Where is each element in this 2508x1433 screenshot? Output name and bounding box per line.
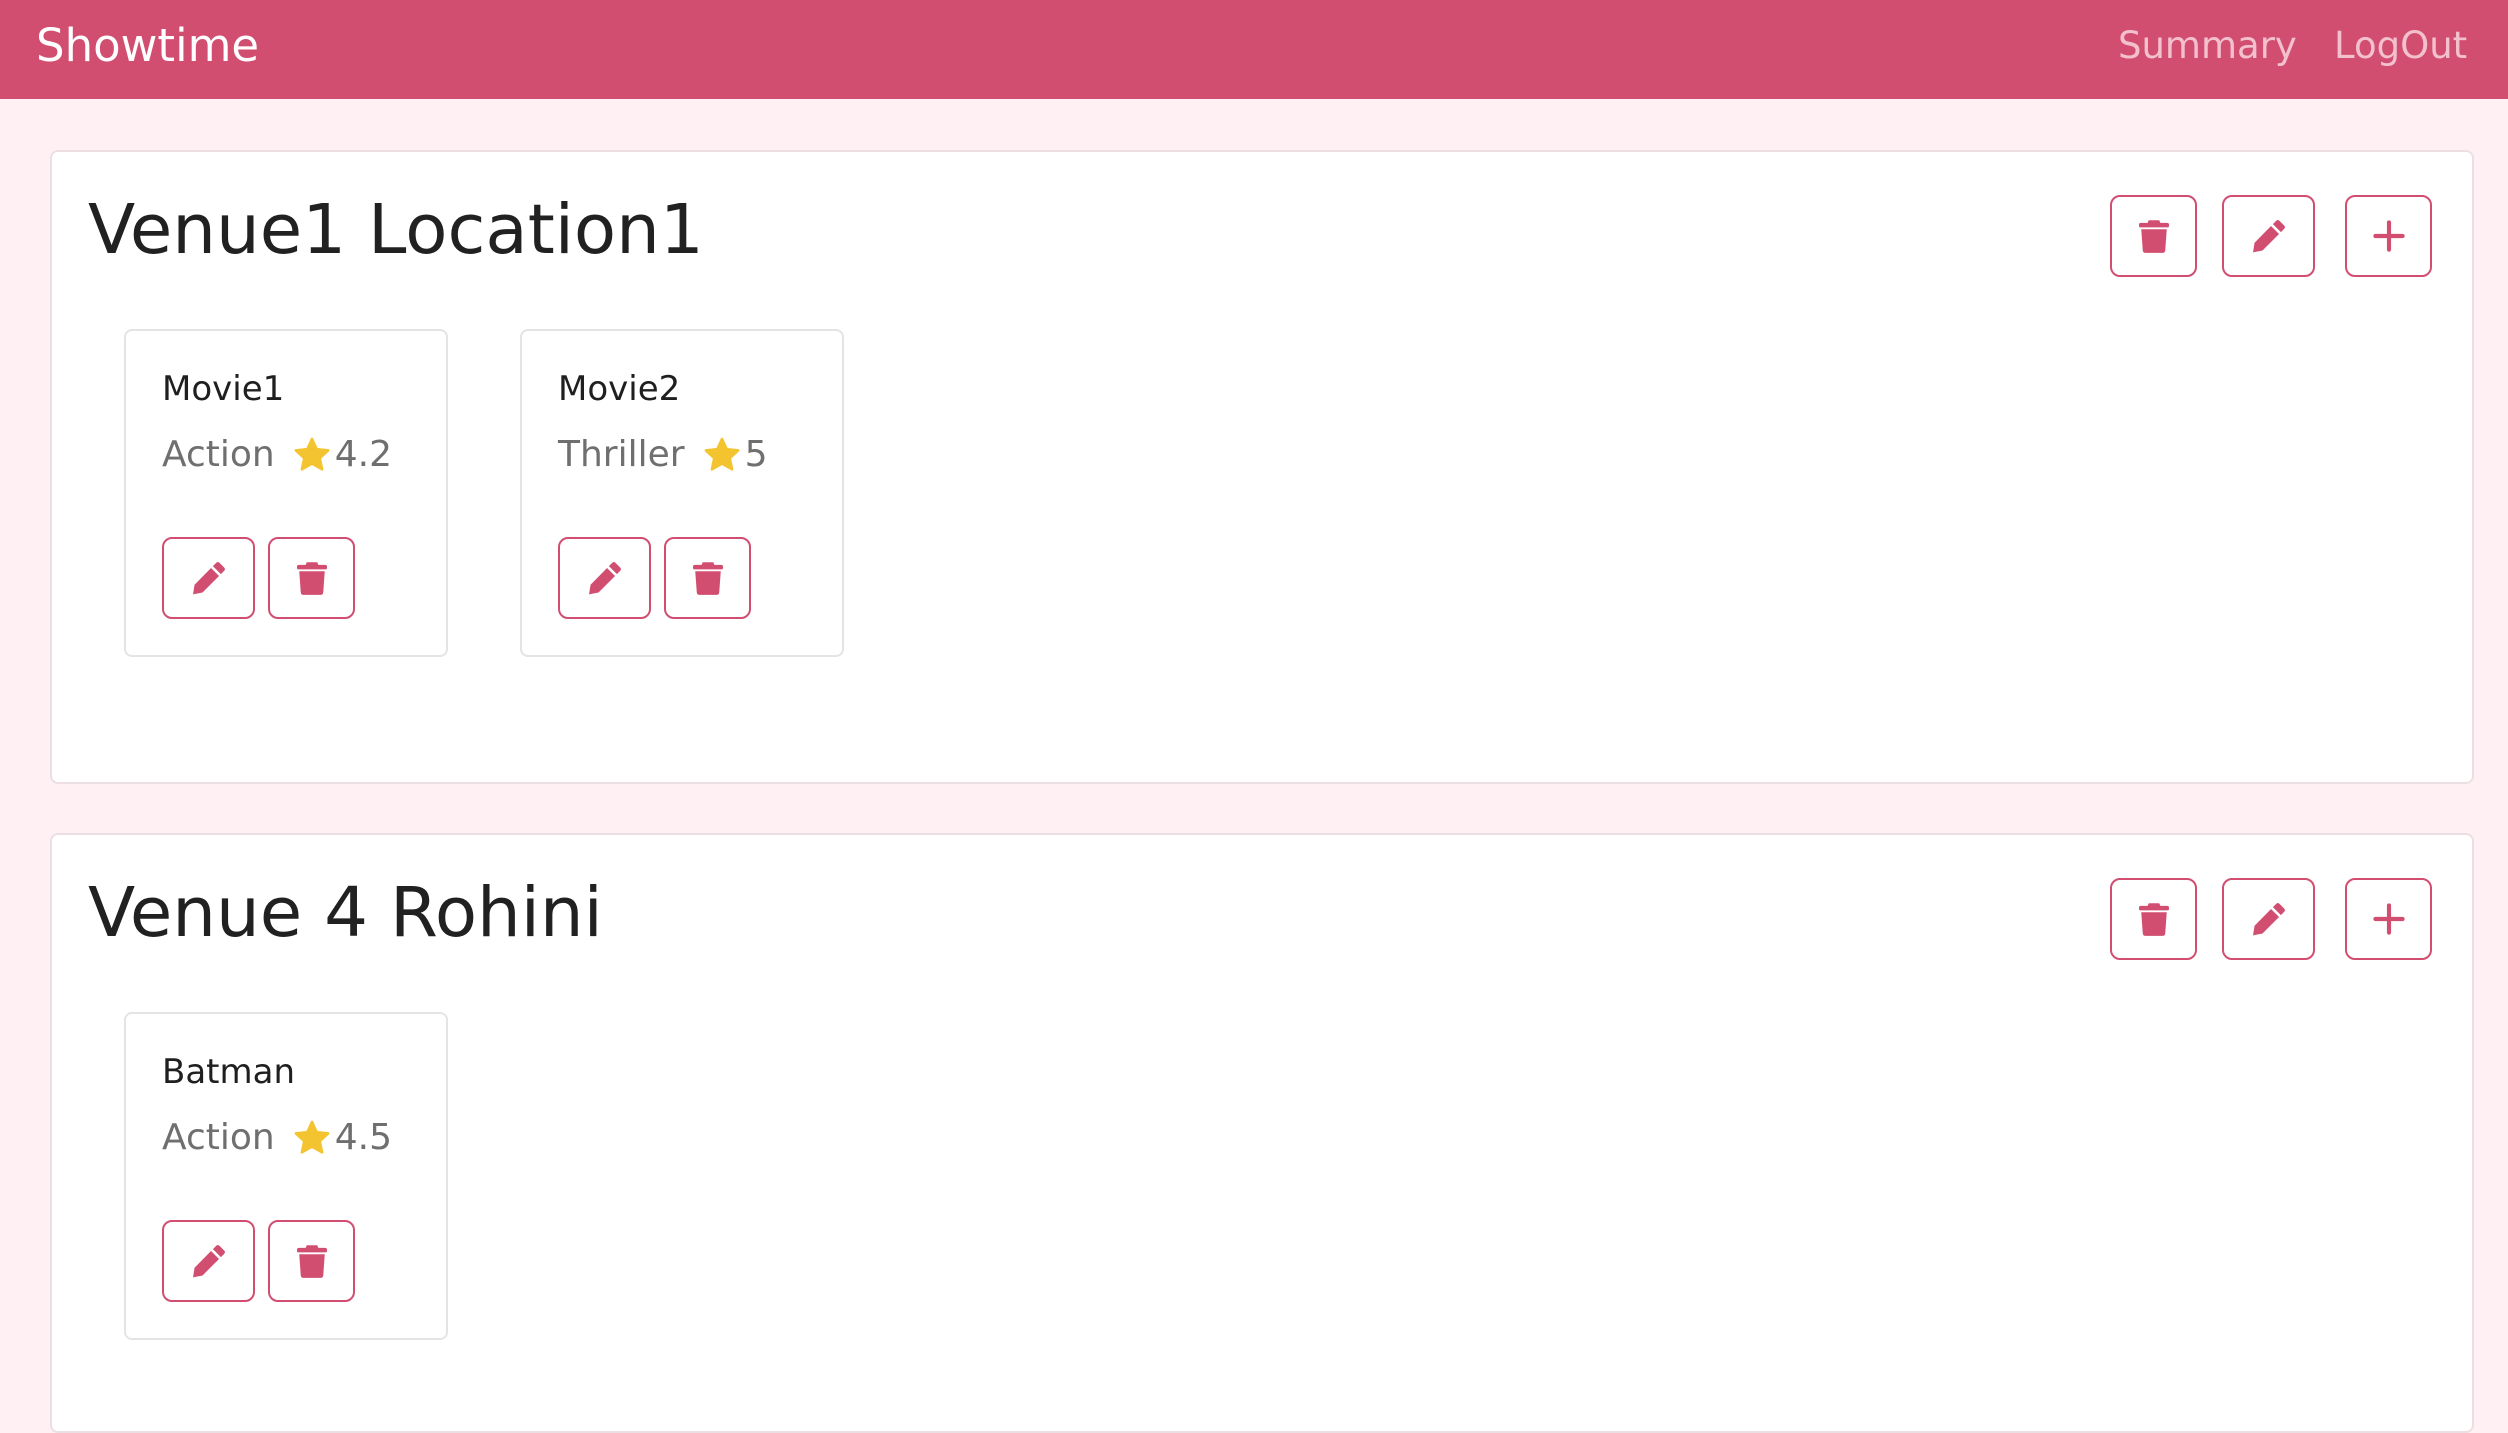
movie-genre: Thriller: [558, 434, 685, 475]
venue-title: Venue 4 Rohini: [88, 873, 603, 953]
movie-title: Batman: [162, 1052, 295, 1092]
pencil-icon: [192, 561, 226, 595]
movie-card: Movie1 Action 4.2: [124, 329, 448, 657]
trash-icon: [2139, 902, 2169, 936]
star-icon: [293, 1119, 331, 1157]
trash-icon: [693, 561, 723, 595]
pencil-icon: [2252, 902, 2286, 936]
top-navbar: Showtime Summary LogOut: [0, 0, 2508, 99]
movie-title: Movie2: [558, 369, 681, 409]
nav-logout-link[interactable]: LogOut: [2334, 22, 2467, 70]
movie-title: Movie1: [162, 369, 285, 409]
venue-card: Venue 4 Rohini Batman Action 4.5: [50, 833, 2474, 1433]
movie-rating: 4.5: [334, 1117, 393, 1158]
pencil-icon: [192, 1244, 226, 1278]
trash-icon: [297, 1244, 327, 1278]
add-movie-button[interactable]: [2345, 878, 2432, 960]
delete-venue-button[interactable]: [2110, 195, 2197, 277]
plus-icon: [2373, 220, 2405, 252]
movie-rating: 5: [744, 434, 768, 475]
movie-card: Movie2 Thriller 5: [520, 329, 844, 657]
movie-meta: Thriller 5: [558, 432, 767, 478]
trash-icon: [297, 561, 327, 595]
movie-meta: Action 4.2: [162, 432, 392, 478]
movie-rating: 4.2: [334, 434, 393, 475]
add-movie-button[interactable]: [2345, 195, 2432, 277]
movie-genre: Action: [162, 434, 275, 475]
delete-movie-button[interactable]: [268, 1220, 355, 1302]
edit-venue-button[interactable]: [2222, 195, 2315, 277]
movie-genre: Action: [162, 1117, 275, 1158]
star-icon: [703, 436, 741, 474]
edit-movie-button[interactable]: [558, 537, 651, 619]
edit-movie-button[interactable]: [162, 1220, 255, 1302]
edit-venue-button[interactable]: [2222, 878, 2315, 960]
brand-logo[interactable]: Showtime: [36, 18, 259, 74]
delete-venue-button[interactable]: [2110, 878, 2197, 960]
star-icon: [293, 436, 331, 474]
venue-card: Venue1 Location1 Movie1 Action 4.2 Movie…: [50, 150, 2474, 784]
movie-card: Batman Action 4.5: [124, 1012, 448, 1340]
delete-movie-button[interactable]: [664, 537, 751, 619]
plus-icon: [2373, 903, 2405, 935]
movie-meta: Action 4.5: [162, 1115, 392, 1161]
nav-summary-link[interactable]: Summary: [2118, 22, 2297, 70]
pencil-icon: [588, 561, 622, 595]
delete-movie-button[interactable]: [268, 537, 355, 619]
venue-title: Venue1 Location1: [88, 190, 704, 270]
pencil-icon: [2252, 219, 2286, 253]
edit-movie-button[interactable]: [162, 537, 255, 619]
trash-icon: [2139, 219, 2169, 253]
